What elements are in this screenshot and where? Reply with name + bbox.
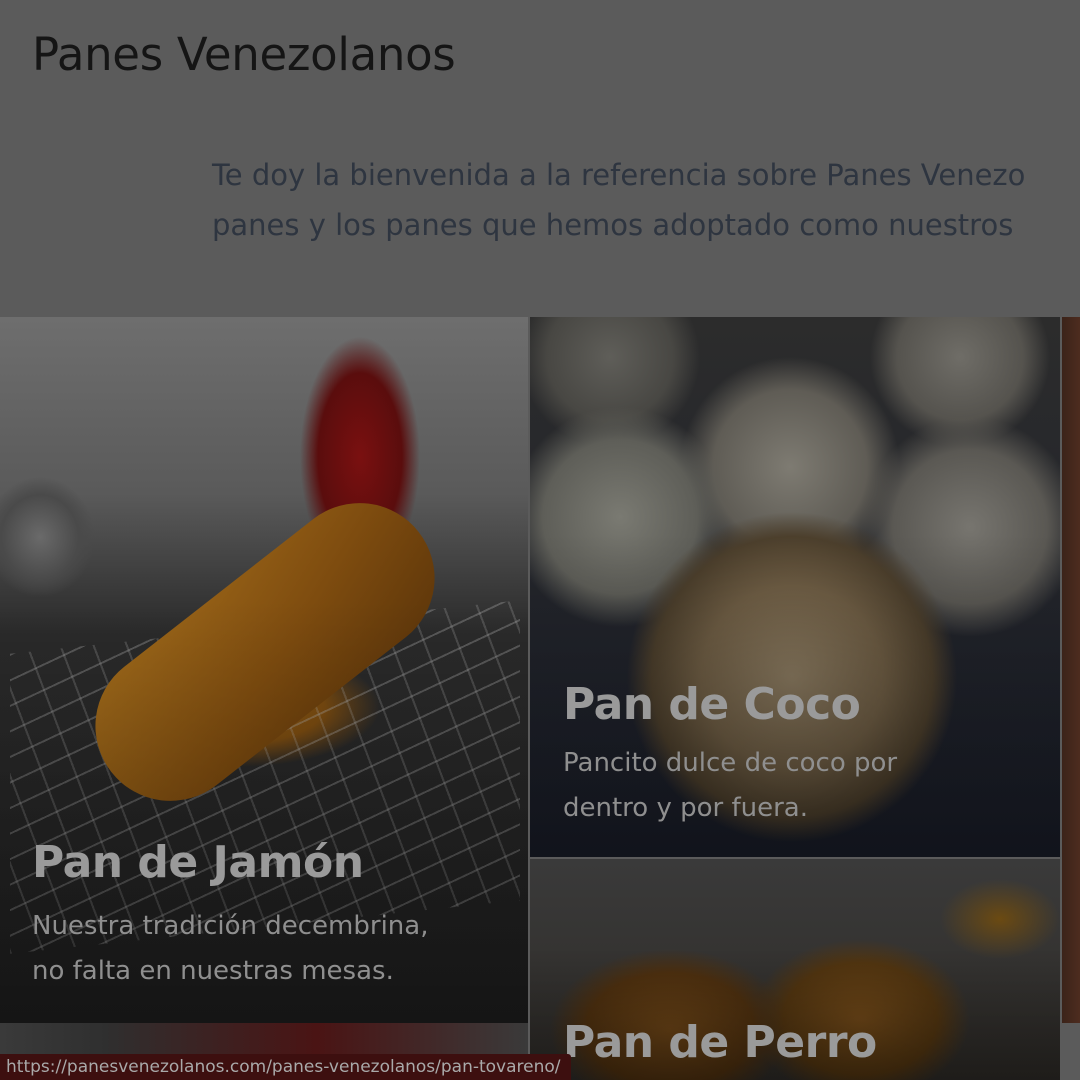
site-title[interactable]: Panes Venezolanos	[32, 28, 456, 81]
bread-card-pan-de-jamon[interactable]: Pan de Jamón Nuestra tradición decembrin…	[0, 317, 528, 1023]
card-description: Nuestra tradición decembrina, no falta e…	[32, 904, 428, 994]
card-description: Pancito dulce de coco por dentro y por f…	[563, 741, 897, 831]
bread-card-pan-de-perro[interactable]: Pan de Perro	[530, 859, 1060, 1080]
card-title: Pan de Coco	[563, 679, 861, 730]
intro-text: Te doy la bienvenida a la referencia sob…	[212, 150, 1080, 250]
card-title: Pan de Jamón	[32, 837, 364, 888]
card-description-line: no falta en nuestras mesas.	[32, 956, 394, 986]
intro-line-1: Te doy la bienvenida a la referencia sob…	[212, 158, 1026, 192]
card-description-line: dentro y por fuera.	[563, 793, 808, 823]
card-description-line: Pancito dulce de coco por	[563, 748, 898, 778]
page: Panes Venezolanos Te doy la bienvenida a…	[0, 0, 1080, 1080]
intro-line-2: panes y los panes que hemos adoptado com…	[212, 208, 1014, 242]
link-status-url: https://panesvenezolanos.com/panes-venez…	[0, 1054, 571, 1080]
bread-card-partial-right[interactable]	[1062, 317, 1080, 1023]
card-description-line: Nuestra tradición decembrina,	[32, 911, 429, 941]
bread-card-pan-de-coco[interactable]: Pan de Coco Pancito dulce de coco por de…	[530, 317, 1060, 857]
card-title: Pan de Perro	[563, 1017, 877, 1068]
